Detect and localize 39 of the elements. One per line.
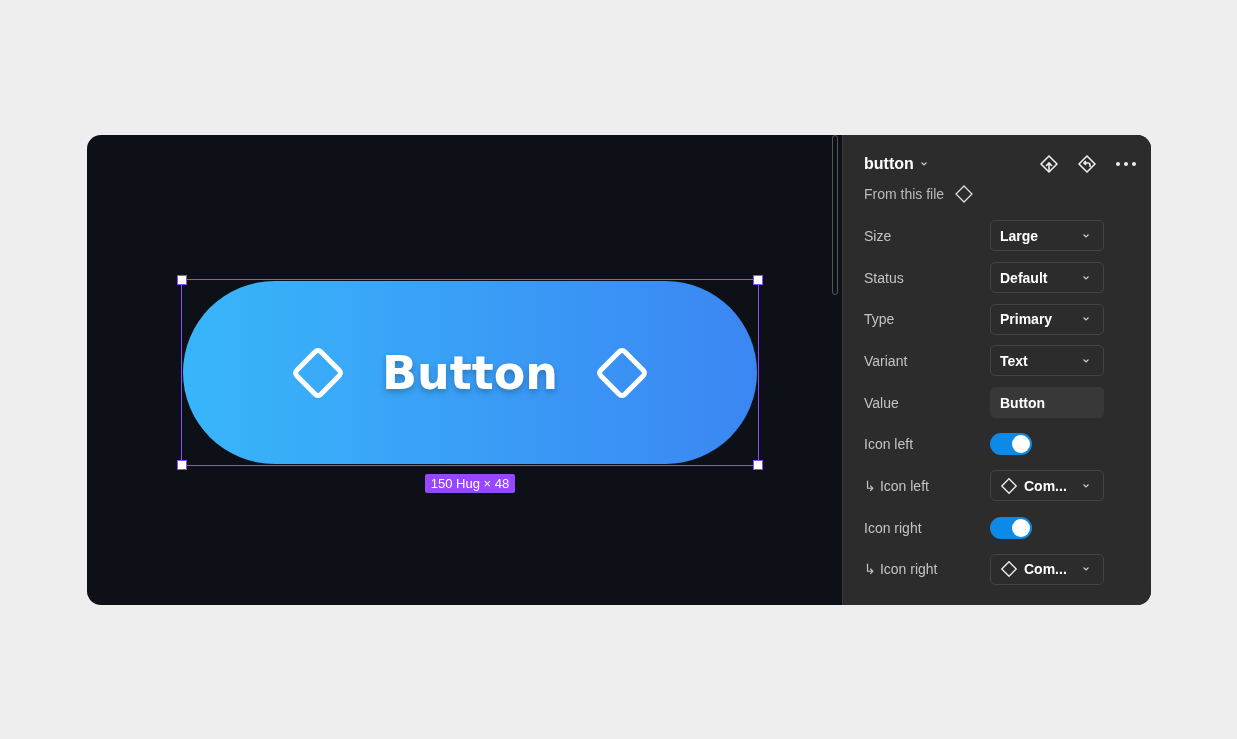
chevron-icon: [1082, 316, 1090, 323]
property-label: Size: [864, 227, 893, 244]
chevron-icon: [1082, 566, 1090, 573]
chevron-icon: [1082, 482, 1090, 489]
size-label: 150 Hug × 48: [424, 474, 516, 493]
property-label: Type: [864, 311, 896, 328]
scrollbar[interactable]: [832, 135, 838, 295]
chevron-icon: [1082, 357, 1090, 364]
diamond-icon: [954, 184, 975, 204]
resize-handle[interactable]: [177, 275, 187, 285]
property-dropdown[interactable]: Primary: [990, 303, 1104, 335]
diamond-icon: [1000, 476, 1018, 495]
more-icon[interactable]: [1115, 161, 1137, 167]
diamond-icon: [1000, 560, 1018, 579]
resize-handle[interactable]: [753, 275, 763, 285]
toggle-switch[interactable]: [990, 433, 1032, 456]
resize-handle[interactable]: [177, 460, 187, 470]
chevron-icon[interactable]: [919, 161, 928, 167]
property-label: Icon left: [864, 436, 915, 453]
diamond-arrow-icon[interactable]: [1039, 154, 1059, 174]
source-label: From this file: [864, 186, 945, 202]
property-label: Status: [864, 269, 905, 286]
toggle-switch[interactable]: [990, 516, 1032, 539]
chevron-icon: [1082, 274, 1090, 281]
chevron-icon: [1082, 232, 1090, 239]
instance-dropdown[interactable]: Com...: [990, 553, 1104, 585]
property-dropdown[interactable]: Text: [990, 345, 1104, 377]
property-dropdown[interactable]: Default: [990, 262, 1104, 294]
property-dropdown[interactable]: Large: [990, 220, 1104, 252]
value-field[interactable]: Button: [990, 387, 1104, 419]
resize-handle[interactable]: [753, 460, 763, 470]
property-label: Value: [864, 394, 900, 411]
reset-icon[interactable]: [1077, 154, 1097, 174]
instance-dropdown[interactable]: Com...: [990, 470, 1104, 502]
property-label: Variant: [864, 352, 909, 369]
property-label: ↳ Icon left: [864, 477, 930, 494]
component-title[interactable]: button: [864, 155, 914, 173]
property-label: ↳ Icon right: [864, 561, 939, 578]
property-label: Icon right: [864, 519, 923, 536]
